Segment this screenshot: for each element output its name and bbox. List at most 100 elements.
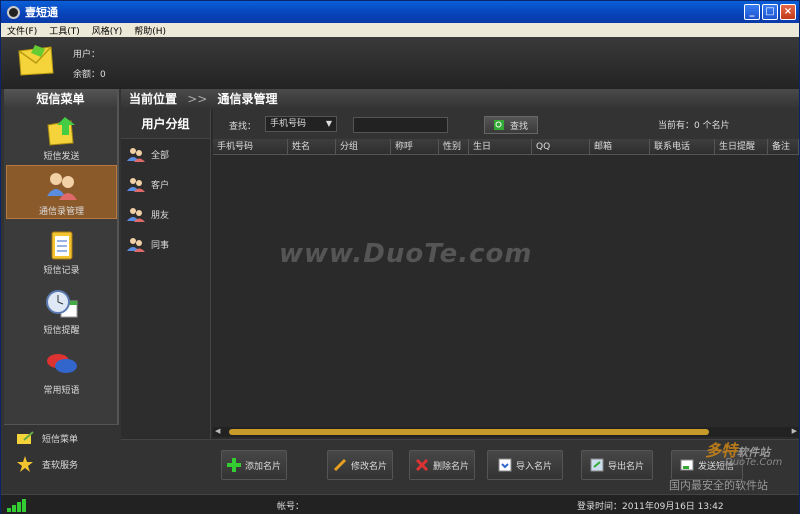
group-item-friends[interactable]: 朋友: [121, 199, 210, 229]
search-field-select[interactable]: 手机号码 ▼: [265, 116, 337, 132]
corner-url: DuoTe.Com: [725, 457, 783, 468]
envelope-logo-icon: [18, 45, 54, 76]
nav-contacts[interactable]: 通信录管理: [6, 165, 117, 219]
nav-sms-reminder[interactable]: 短信提醒: [6, 285, 117, 339]
sb-software-service[interactable]: 查软服务: [4, 451, 119, 477]
nav-label: 短信记录: [43, 266, 80, 276]
breadcrumb-page: 通信录管理: [217, 92, 278, 106]
clock-calendar-icon: [45, 290, 77, 318]
contacts-icon: [46, 173, 77, 200]
button-label: 添加名片: [244, 461, 281, 472]
col-qq[interactable]: QQ: [532, 139, 590, 154]
people-icon: [127, 238, 145, 252]
button-label: 导入名片: [515, 461, 552, 472]
col-title[interactable]: 称呼: [391, 139, 439, 154]
find-button[interactable]: 查找: [484, 116, 538, 134]
sidebar-bottom: 短信菜单 查软服务: [4, 424, 119, 494]
col-birthday-reminder[interactable]: 生日提醒: [715, 139, 768, 154]
nav-label: 短信提醒: [43, 326, 80, 336]
col-email[interactable]: 邮箱: [590, 139, 650, 154]
minimize-button[interactable]: _: [744, 4, 760, 20]
nav-sms-send[interactable]: 短信发送: [6, 111, 117, 165]
col-note[interactable]: 备注: [768, 139, 799, 154]
group-label: 客户: [151, 180, 170, 191]
find-button-label: 查找: [509, 121, 528, 132]
breadcrumb-location: 当前位置: [129, 92, 178, 106]
plus-icon: [226, 458, 241, 472]
search-label: 查找：: [229, 122, 257, 132]
group-item-customers[interactable]: 客户: [121, 169, 210, 199]
group-title: 用户分组: [121, 109, 210, 139]
people-icon: [127, 208, 145, 222]
menu-tools[interactable]: 工具(T): [43, 24, 86, 37]
maximize-button[interactable]: □: [762, 4, 778, 20]
scrollbar-thumb[interactable]: [229, 429, 709, 435]
group-label: 全部: [151, 150, 170, 161]
star-icon: [17, 456, 33, 472]
col-phone[interactable]: 联系电话: [650, 139, 715, 154]
group-label: 同事: [151, 240, 170, 251]
corner-slogan: 国内最安全的软件站: [669, 479, 768, 492]
signal-strength-icon: [7, 498, 26, 512]
group-item-colleagues[interactable]: 同事: [121, 229, 210, 259]
contacts-table: 手机号码 姓名 分组 称呼 性别 生日 QQ 邮箱 联系电话 生日提醒 备注 ◀…: [213, 139, 799, 439]
card-count: 当前有：0 个名片: [658, 121, 730, 131]
nav-common-phrases[interactable]: 常用短语: [6, 345, 117, 399]
window-title: 壹短通: [25, 6, 58, 19]
edit-card-button[interactable]: 修改名片: [327, 450, 393, 480]
nav-label: 短信发送: [43, 152, 80, 162]
status-bar: 帐号： 登录时间：2011年09月16日 13:42: [1, 494, 799, 514]
people-icon: [127, 178, 145, 192]
menu-style[interactable]: 风格(Y): [86, 24, 129, 37]
envelope-pen-icon: [17, 431, 34, 444]
people-icon: [127, 148, 145, 162]
watermark-text: www.DuoTe.com: [279, 239, 533, 269]
balance-label: 余额：0: [73, 70, 106, 80]
group-item-all[interactable]: 全部: [121, 139, 210, 169]
sidebar: 短信菜单 短信发送 通信录管理 短信记录 短信提醒 常用短语 短信菜单 查软服务: [4, 89, 119, 494]
table-header: 手机号码 姓名 分组 称呼 性别 生日 QQ 邮箱 联系电话 生日提醒 备注: [213, 139, 799, 155]
header: 用户： 余额：0: [1, 37, 799, 89]
group-panel: 用户分组 全部 客户 朋友 同事: [121, 109, 211, 439]
col-group[interactable]: 分组: [336, 139, 391, 154]
breadcrumb-separator: >>: [187, 92, 208, 106]
sb-sms-menu[interactable]: 短信菜单: [4, 425, 119, 451]
close-button[interactable]: ×: [780, 4, 796, 20]
title-bar[interactable]: 壹短通 _ □ ×: [1, 1, 799, 23]
sb-label: 查软服务: [42, 460, 79, 471]
menu-bar: 文件(F) 工具(T) 风格(Y) 帮助(H): [1, 23, 799, 37]
clipboard-icon: [51, 231, 72, 260]
sb-label: 短信菜单: [42, 434, 79, 445]
col-gender[interactable]: 性别: [439, 139, 469, 154]
import-icon: [498, 458, 512, 472]
corner-watermark: 多特软件站 DuoTe.Com 国内最安全的软件站: [665, 433, 797, 493]
app-window: 壹短通 _ □ × 文件(F) 工具(T) 风格(Y) 帮助(H) 用户： 余额…: [0, 0, 800, 514]
menu-help[interactable]: 帮助(H): [128, 24, 172, 37]
delete-card-button[interactable]: 删除名片: [409, 450, 475, 480]
search-icon: [493, 120, 504, 130]
nav-sms-records[interactable]: 短信记录: [6, 225, 117, 279]
chevron-down-icon: ▼: [325, 119, 332, 128]
import-card-button[interactable]: 导入名片: [487, 450, 563, 480]
button-label: 修改名片: [350, 461, 387, 472]
menu-file[interactable]: 文件(F): [1, 24, 43, 37]
col-mobile[interactable]: 手机号码: [213, 139, 288, 154]
account-label: 帐号：: [277, 502, 305, 512]
breadcrumb: 当前位置 >> 通信录管理: [121, 89, 799, 109]
button-label: 导出名片: [607, 461, 644, 472]
scroll-left-icon[interactable]: ◀: [215, 427, 220, 435]
sidebar-title: 短信菜单: [4, 89, 117, 109]
send-envelope-icon: [46, 117, 75, 146]
export-card-button[interactable]: 导出名片: [581, 450, 653, 480]
nav-label: 通信录管理: [38, 207, 84, 217]
nav-label: 常用短语: [43, 386, 80, 396]
col-name[interactable]: 姓名: [288, 139, 336, 154]
col-birthday[interactable]: 生日: [469, 139, 532, 154]
button-label: 删除名片: [432, 461, 469, 472]
pencil-icon: [333, 458, 347, 472]
group-label: 朋友: [151, 210, 170, 221]
add-card-button[interactable]: 添加名片: [221, 450, 287, 480]
search-toolbar: 查找： 手机号码 ▼ 查找 当前有：0 个名片: [213, 109, 799, 139]
delete-x-icon: [415, 458, 429, 472]
search-input[interactable]: [353, 117, 448, 133]
